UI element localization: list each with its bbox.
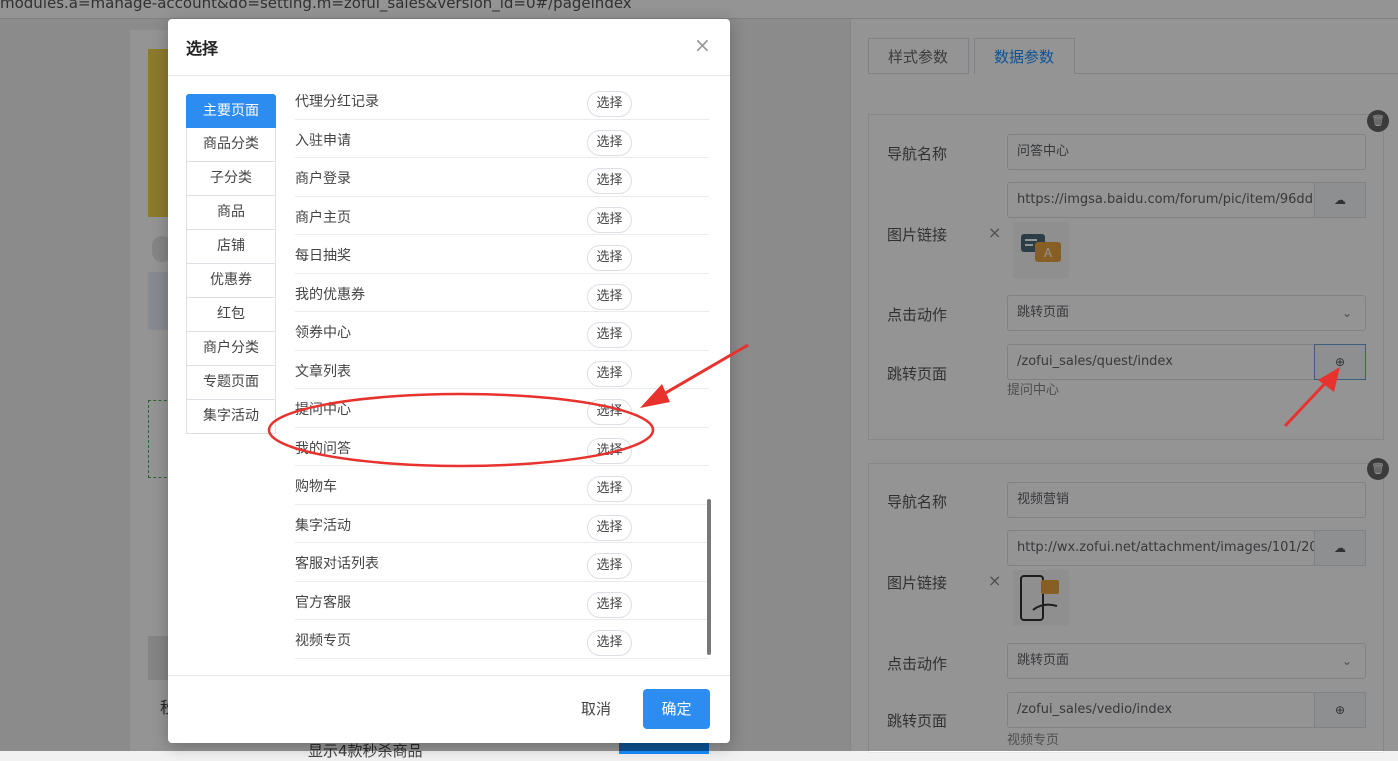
list-item: 领券中心 选择 — [295, 312, 709, 351]
category-item-coupon[interactable]: 优惠券 — [186, 264, 276, 298]
list-item: 视频专页 选择 — [295, 620, 709, 659]
page-name: 我的优惠券 — [295, 286, 365, 303]
category-item-goods-category[interactable]: 商品分类 — [186, 128, 276, 162]
modal-title: 选择 — [186, 39, 219, 58]
cancel-button[interactable]: 取消 — [566, 689, 626, 729]
confirm-button[interactable]: 确定 — [643, 689, 710, 729]
page-name: 官方客服 — [295, 594, 351, 611]
select-button[interactable]: 选择 — [587, 437, 632, 464]
list-item: 代理分红记录 选择 — [295, 81, 709, 120]
page-name: 集字活动 — [295, 517, 351, 534]
modal-header-divider — [168, 75, 730, 76]
select-button[interactable]: 选择 — [587, 399, 632, 425]
page-name: 客服对话列表 — [295, 556, 379, 572]
page-name: 视频专页 — [295, 633, 351, 649]
list-item: 官方客服 选择 — [295, 582, 709, 620]
page-name: 我的问答 — [295, 440, 351, 457]
list-item: 商户登录 选择 — [295, 158, 709, 197]
list-item: 入驻申请 选择 — [295, 120, 709, 158]
select-button[interactable]: 选择 — [587, 591, 632, 618]
select-button[interactable]: 选择 — [587, 206, 632, 233]
page-name: 商户登录 — [295, 171, 351, 187]
page-name: 文章列表 — [295, 363, 351, 380]
select-button[interactable]: 选择 — [587, 322, 632, 348]
page-name: 购物车 — [295, 479, 337, 495]
page-name: 代理分红记录 — [295, 94, 379, 110]
page-name: 入驻申请 — [295, 132, 351, 149]
select-button[interactable]: 选择 — [587, 360, 632, 387]
modal-footer-divider — [168, 675, 730, 676]
list-item: 购物车 选择 — [295, 466, 709, 505]
page-name: 领券中心 — [295, 325, 351, 341]
select-button[interactable]: 选择 — [587, 129, 632, 156]
category-item-topic-page[interactable]: 专题页面 — [186, 366, 276, 400]
category-item-merchant-category[interactable]: 商户分类 — [186, 332, 276, 366]
category-item-goods[interactable]: 商品 — [186, 196, 276, 230]
close-icon[interactable]: × — [694, 35, 711, 55]
select-button[interactable]: 选择 — [587, 630, 632, 656]
select-button[interactable]: 选择 — [587, 245, 632, 271]
select-page-modal: 选择 × 主要页面 商品分类 子分类 商品 店铺 优惠券 红包 商户分类 专题页… — [168, 19, 730, 743]
select-button[interactable]: 选择 — [587, 283, 632, 310]
category-item-shop[interactable]: 店铺 — [186, 230, 276, 264]
page-list: 代理分红记录 选择 入驻申请 选择 商户登录 选择 商户主页 选择 每日抽奖 选择 我的优… — [295, 81, 709, 659]
list-scrollbar[interactable] — [707, 499, 711, 655]
page-name: 每日抽奖 — [295, 248, 351, 264]
category-menu: 主要页面 商品分类 子分类 商品 店铺 优惠券 红包 商户分类 专题页面 集字活… — [186, 94, 276, 434]
page-name: 提问中心 — [295, 402, 351, 418]
list-item: 提问中心 选择 — [295, 389, 709, 428]
list-item: 我的问答 选择 — [295, 428, 709, 466]
list-item: 文章列表 选择 — [295, 351, 709, 389]
category-item-sub-category[interactable]: 子分类 — [186, 162, 276, 196]
category-item-word-collect[interactable]: 集字活动 — [186, 400, 276, 434]
select-button[interactable]: 选择 — [587, 91, 632, 117]
select-button[interactable]: 选择 — [587, 553, 632, 579]
select-button[interactable]: 选择 — [587, 476, 632, 502]
page-name: 商户主页 — [295, 209, 351, 226]
select-button[interactable]: 选择 — [587, 514, 632, 541]
select-button[interactable]: 选择 — [587, 168, 632, 194]
category-item-main-pages[interactable]: 主要页面 — [186, 94, 276, 128]
list-item: 每日抽奖 选择 — [295, 235, 709, 274]
list-item: 集字活动 选择 — [295, 505, 709, 543]
category-item-red-packet[interactable]: 红包 — [186, 298, 276, 332]
list-item: 客服对话列表 选择 — [295, 543, 709, 582]
list-item: 商户主页 选择 — [295, 197, 709, 235]
list-item: 我的优惠券 选择 — [295, 274, 709, 312]
